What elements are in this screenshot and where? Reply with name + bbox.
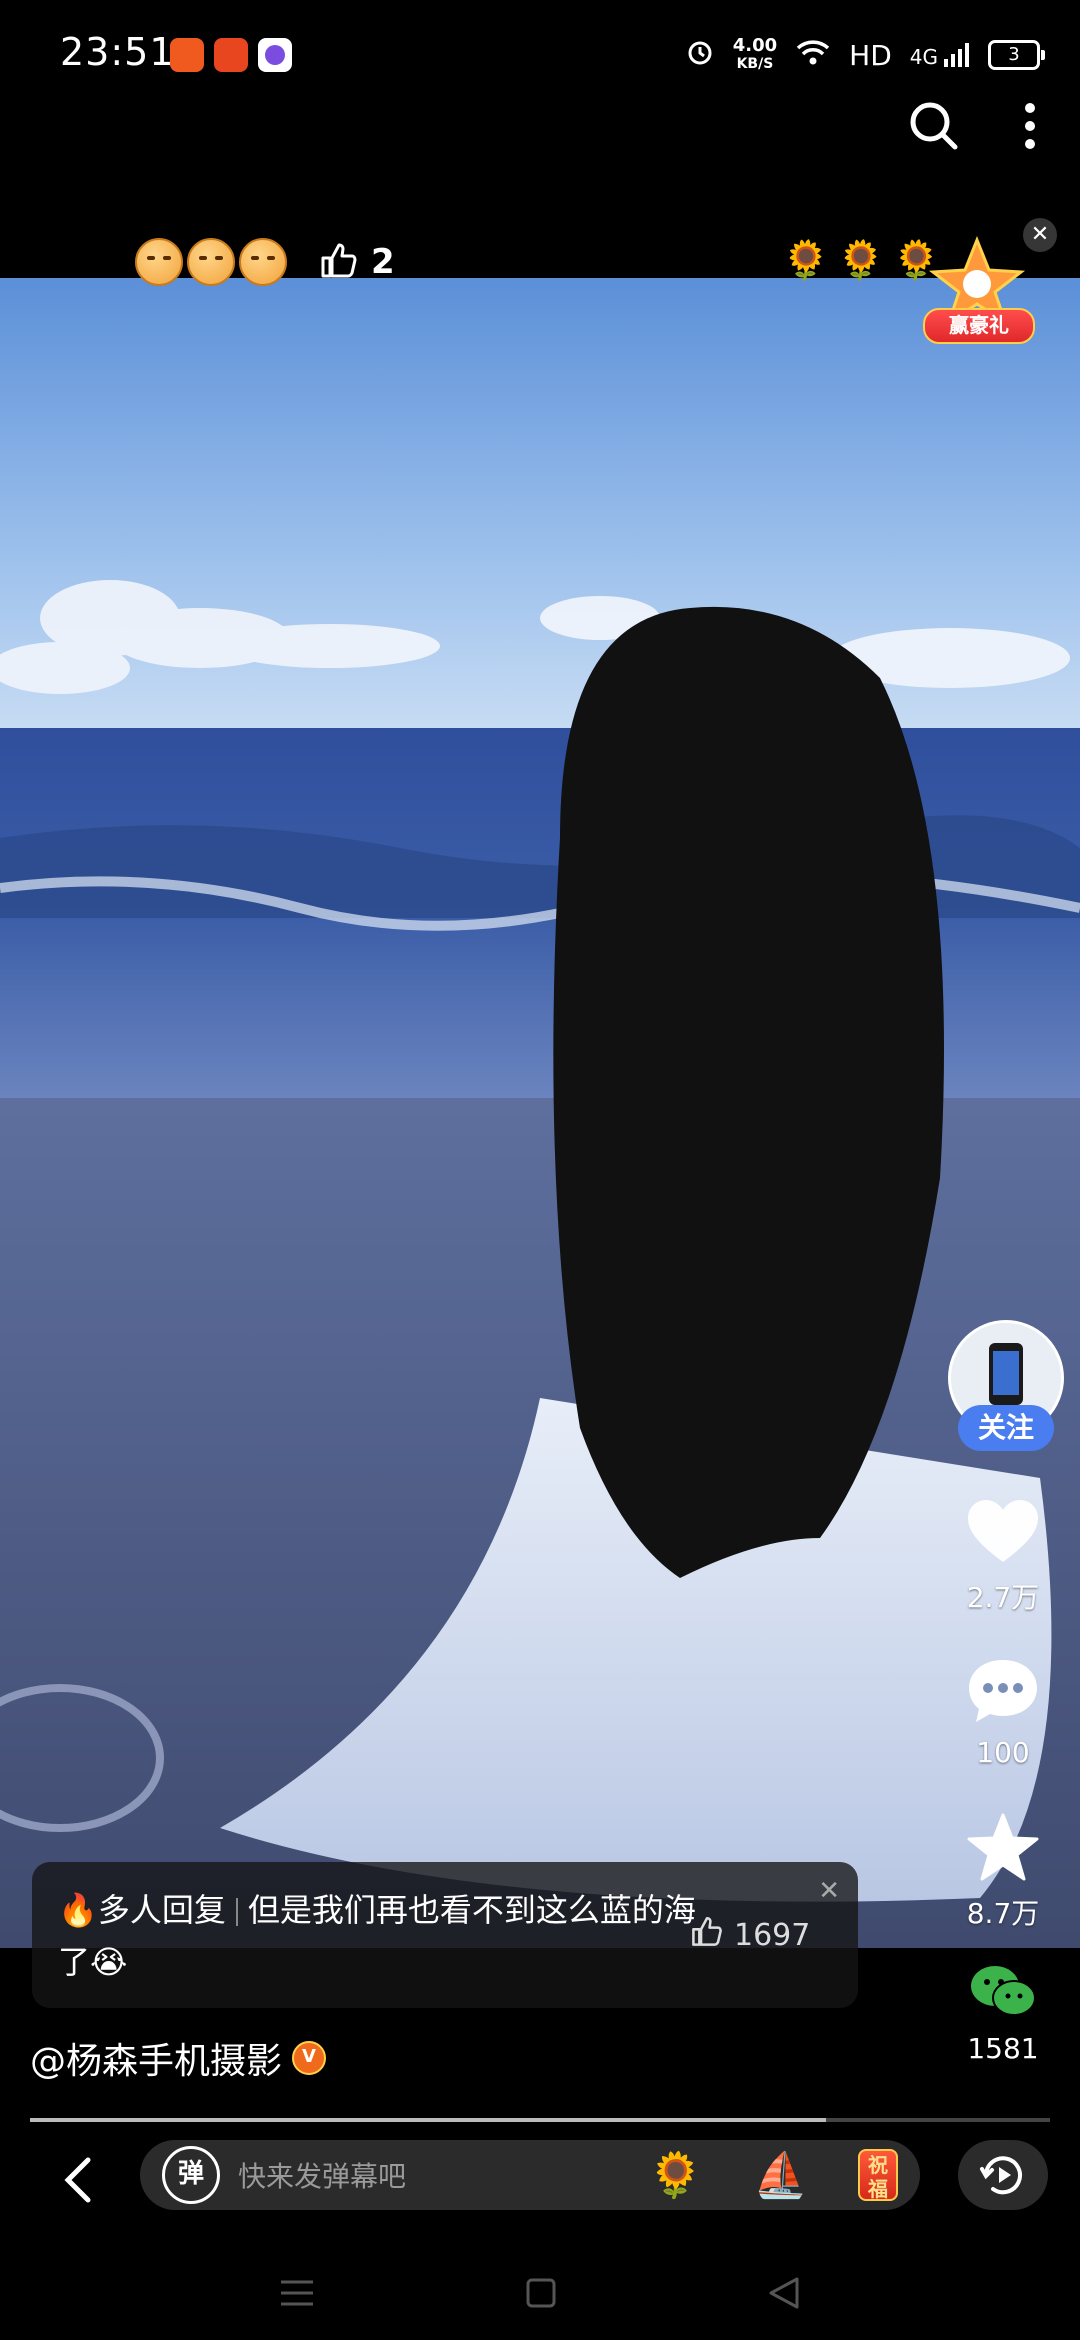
smirk-face-emoji	[187, 238, 235, 286]
wechat-share[interactable]: 1581	[958, 1962, 1048, 2065]
favorite-count: 8.7万	[966, 1897, 1040, 1930]
close-icon[interactable]: ✕	[818, 1876, 840, 1906]
heart-icon[interactable]	[966, 1500, 1040, 1570]
app-icon-purple	[258, 38, 292, 72]
status-bar: 23:51 4.00 KB/S HD 4G 3	[0, 0, 1080, 110]
sunflower-emoji-button[interactable]: 🌻	[648, 2149, 703, 2201]
comment-count: 100	[976, 1736, 1030, 1769]
status-indicators: 4.00 KB/S HD 4G 3	[685, 30, 1045, 80]
video-frame	[0, 278, 1080, 1948]
thumbs-up-icon[interactable]	[319, 240, 359, 284]
comment-like-count: 1697	[734, 1917, 811, 1953]
battery-indicator: 3	[988, 40, 1045, 70]
system-nav-bar	[0, 2250, 1080, 2340]
progress-fill	[30, 2118, 826, 2122]
network-speed: 4.00 KB/S	[732, 35, 778, 73]
blessing-badge-button[interactable]: 祝福	[858, 2149, 898, 2201]
smirk-face-emoji	[239, 238, 287, 286]
sunflower-emoji: 🌻	[837, 238, 885, 282]
alarm-icon	[685, 37, 715, 74]
comment-action[interactable]: 100	[940, 1656, 1066, 1769]
sunflower-emoji: 🌻	[782, 238, 830, 282]
sunflower-row: 🌻 🌻 🌻	[782, 238, 940, 283]
back-button[interactable]	[50, 2150, 110, 2210]
video-player[interactable]	[0, 278, 1080, 1948]
reaction-bar: 2	[135, 238, 395, 286]
hd-label: HD	[849, 38, 892, 72]
back-nav-icon[interactable]	[767, 2276, 801, 2314]
app-icon-orange	[170, 38, 204, 72]
replay-button[interactable]	[958, 2140, 1048, 2210]
comment-body: 🔥多人回复 但是我们再也看不到这么蓝的海了😭	[58, 1884, 698, 1988]
danmu-input[interactable]: 弹 快来发弹幕吧 🌻 ⛵ 祝福	[140, 2140, 920, 2210]
thumbs-up-icon	[690, 1914, 724, 1956]
sailboat-emoji-button[interactable]: ⛵	[753, 2149, 808, 2201]
verified-badge: V	[292, 2041, 327, 2075]
search-icon[interactable]	[908, 100, 960, 156]
gift-label: 赢豪礼	[923, 308, 1035, 344]
danmu-toggle-icon[interactable]: 弹	[162, 2146, 220, 2204]
quick-emoji-row: 🌻 ⛵ 祝福	[648, 2149, 898, 2201]
fire-icon: 🔥	[58, 1891, 98, 1929]
more-vertical-icon[interactable]	[1020, 100, 1040, 156]
gift-badge[interactable]: 赢豪礼	[923, 235, 1035, 344]
smirk-face-emoji	[135, 238, 183, 286]
like-action[interactable]: 2.7万	[940, 1498, 1066, 1616]
video-progress-bar[interactable]	[30, 2118, 1050, 2122]
author-row[interactable]: @杨森手机摄影 V	[30, 2032, 327, 2084]
wifi-icon	[795, 37, 831, 74]
like-count: 2.7万	[966, 1581, 1040, 1614]
star-icon[interactable]	[966, 1813, 1040, 1886]
app-icon-red-orange	[214, 38, 248, 72]
danmu-placeholder[interactable]: 快来发弹幕吧	[238, 2155, 648, 2195]
divider	[235, 1898, 238, 1926]
comment-icon[interactable]	[966, 1660, 1040, 1730]
wechat-icon[interactable]	[968, 1966, 1038, 2026]
reaction-like-count: 2	[371, 242, 395, 282]
cell-signal: 4G	[910, 41, 970, 69]
featured-comment[interactable]: 🔥多人回复 但是我们再也看不到这么蓝的海了😭 1697 ✕	[32, 1862, 858, 2008]
favorite-action[interactable]: 8.7万	[940, 1812, 1066, 1932]
share-count: 1581	[967, 2032, 1039, 2065]
follow-button[interactable]: 关注	[958, 1405, 1054, 1451]
menu-nav-icon[interactable]	[279, 2278, 315, 2312]
chevron-left-icon	[64, 2157, 91, 2203]
status-time: 23:51	[60, 30, 175, 74]
comment-like[interactable]: 1697	[690, 1914, 810, 1956]
comment-tag: 多人回复	[97, 1891, 226, 1929]
close-icon[interactable]: ✕	[1023, 218, 1057, 252]
top-actions	[908, 100, 1040, 156]
author-name[interactable]: @杨森手机摄影	[30, 2032, 282, 2084]
replay-icon	[980, 2156, 1022, 2195]
home-nav-icon[interactable]	[525, 2277, 557, 2313]
